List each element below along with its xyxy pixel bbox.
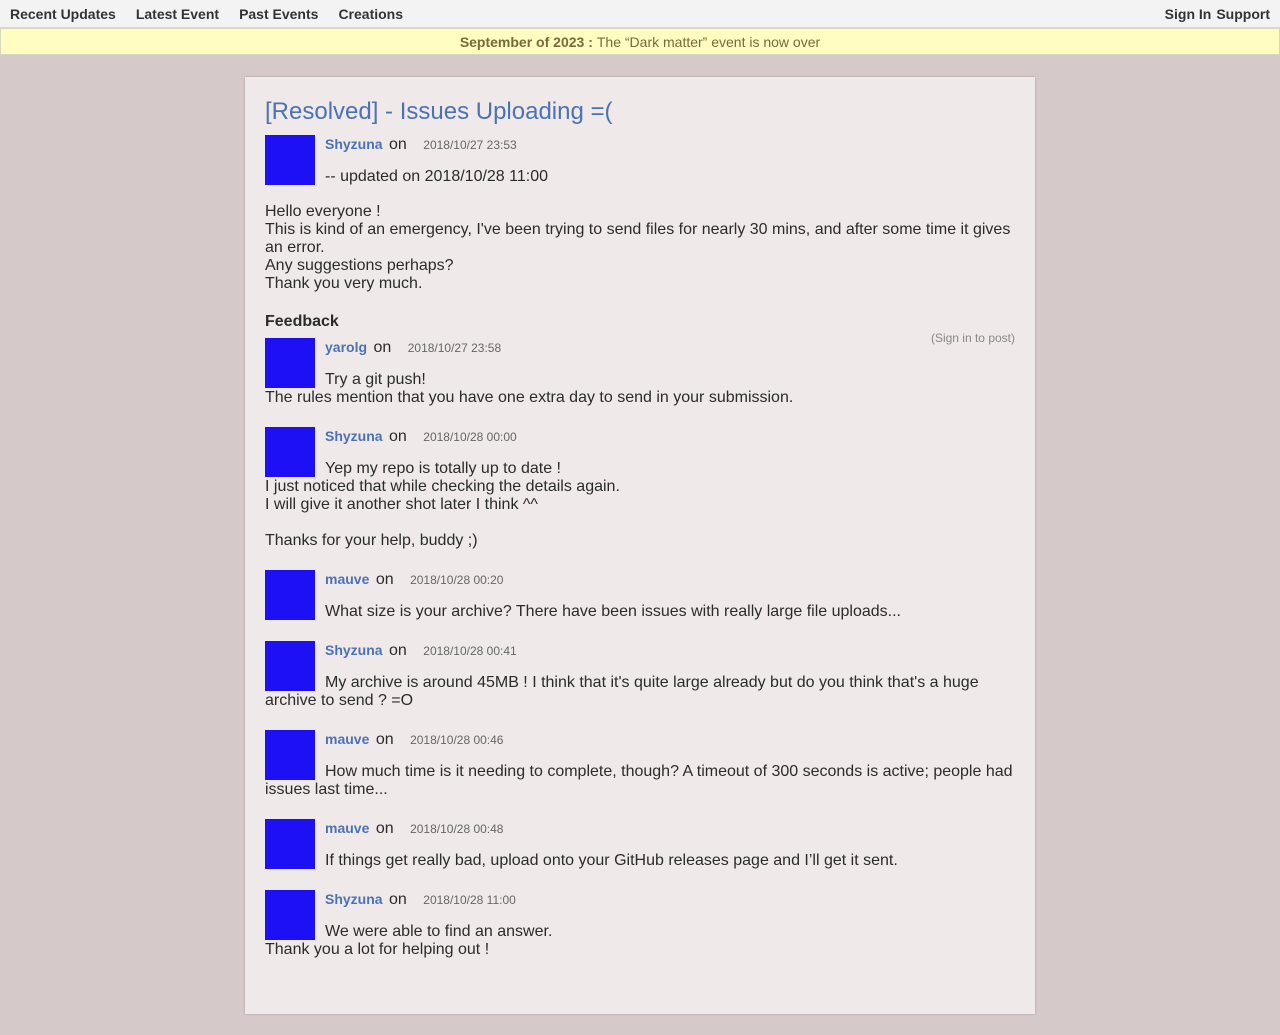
comment-author[interactable]: Shyzuna [325,428,383,444]
avatar[interactable] [265,135,315,185]
comment-line: My archive is around 45MB ! I think that… [265,674,979,709]
comment-meta: mauve on 2018/10/28 00:48 [265,819,1015,837]
post-author[interactable]: Shyzuna [325,136,383,152]
comment-timestamp: 2018/10/28 00:46 [410,733,504,747]
comment: Shyzuna on 2018/10/28 00:41 My archive i… [265,641,1015,710]
comment-meta: yarolg on 2018/10/27 23:58 [265,338,1015,356]
comment: mauve on 2018/10/28 00:20 What size is y… [265,570,1015,621]
comment-timestamp: 2018/10/28 00:41 [423,644,517,658]
post-updated: -- updated on 2018/10/28 11:00 [325,168,548,185]
comment-timestamp: 2018/10/28 00:00 [423,430,517,444]
avatar[interactable] [265,338,315,388]
comment-line: What size is your archive? There have be… [325,603,901,620]
nav-support[interactable]: Support [1216,6,1270,22]
comment-timestamp: 2018/10/28 00:20 [410,573,504,587]
comment-author[interactable]: Shyzuna [325,642,383,658]
thread-card: [Resolved] - Issues Uploading =( Shyzuna… [245,77,1035,1014]
on-label: on [389,428,407,445]
nav-sign-in[interactable]: Sign In [1165,6,1212,22]
avatar[interactable] [265,427,315,477]
post-body-line: Hello everyone ! [265,203,381,220]
post-body: Hello everyone ! This is kind of an emer… [265,203,1015,293]
nav-left: Recent Updates Latest Event Past Events … [10,6,403,22]
comment-meta: Shyzuna on 2018/10/28 00:41 [265,641,1015,659]
post-body-line: Thank you very much. [265,275,423,292]
comment-line: I just noticed that while checking the d… [265,478,620,495]
comment-line: I will give it another shot later I thin… [265,496,538,513]
post-body-line: This is kind of an emergency, I've been … [265,221,1011,256]
comment-line: Try a git push! [325,371,426,388]
on-label: on [389,891,407,908]
comment-line: Yep my repo is totally up to date ! [325,460,561,477]
comment-line: Thanks for your help, buddy ;) [265,532,478,549]
post-body-line: Any suggestions perhaps? [265,257,454,274]
nav-recent-updates[interactable]: Recent Updates [10,6,116,22]
on-label: on [375,820,394,837]
comment-timestamp: 2018/10/28 00:48 [410,822,504,836]
comment-meta: mauve on 2018/10/28 00:46 [265,730,1015,748]
on-label: on [389,136,407,153]
top-nav: Recent Updates Latest Event Past Events … [0,0,1280,28]
on-label: on [373,339,392,356]
comment-line: Thank you a lot for helping out ! [265,941,490,958]
comment-author[interactable]: mauve [325,731,369,747]
comment-author[interactable]: Shyzuna [325,891,383,907]
comment: yarolg on 2018/10/27 23:58 Try a git pus… [265,338,1015,407]
comment-timestamp: 2018/10/27 23:58 [407,341,502,355]
feedback-heading: Feedback [265,313,339,330]
comment-line: The rules mention that you have one extr… [265,389,794,406]
comment: mauve on 2018/10/28 00:48 If things get … [265,819,1015,870]
banner-text: The “Dark matter” event is now over [596,33,821,50]
comment-author[interactable]: mauve [325,571,369,587]
post-meta: Shyzuna on 2018/10/27 23:53 [265,135,1015,153]
comment-line: How much time is it needing to complete,… [265,763,1013,798]
avatar[interactable] [265,890,315,940]
avatar[interactable] [265,819,315,869]
original-post: Shyzuna on 2018/10/27 23:53 -- updated o… [265,135,1015,293]
comment-meta: mauve on 2018/10/28 00:20 [265,570,1015,588]
on-label: on [375,731,394,748]
nav-creations[interactable]: Creations [338,6,403,22]
comment-author[interactable]: yarolg [325,339,367,355]
comment-meta: Shyzuna on 2018/10/28 11:00 [265,890,1015,908]
comment-line: We were able to find an answer. [325,923,553,940]
post-timestamp: 2018/10/27 23:53 [423,138,517,152]
thread-title: [Resolved] - Issues Uploading =( [265,98,613,125]
comment-line: If things get really bad, upload onto yo… [325,852,898,869]
comment-meta: Shyzuna on 2018/10/28 00:00 [265,427,1015,445]
avatar[interactable] [265,570,315,620]
comment-timestamp: 2018/10/28 11:00 [423,893,516,907]
nav-right: Sign In Support [1165,6,1270,22]
banner-date: September of 2023 : [459,33,593,50]
on-label: on [375,571,394,588]
nav-past-events[interactable]: Past Events [239,6,318,22]
on-label: on [389,642,407,659]
comment: Shyzuna on 2018/10/28 00:00 Yep my repo … [265,427,1015,550]
avatar[interactable] [265,730,315,780]
comment-author[interactable]: mauve [325,820,369,836]
comment: Shyzuna on 2018/10/28 11:00 We were able… [265,890,1015,959]
avatar[interactable] [265,641,315,691]
nav-latest-event[interactable]: Latest Event [136,6,219,22]
comment: mauve on 2018/10/28 00:46 How much time … [265,730,1015,799]
announcement-banner: September of 2023 : The “Dark matter” ev… [0,28,1280,55]
